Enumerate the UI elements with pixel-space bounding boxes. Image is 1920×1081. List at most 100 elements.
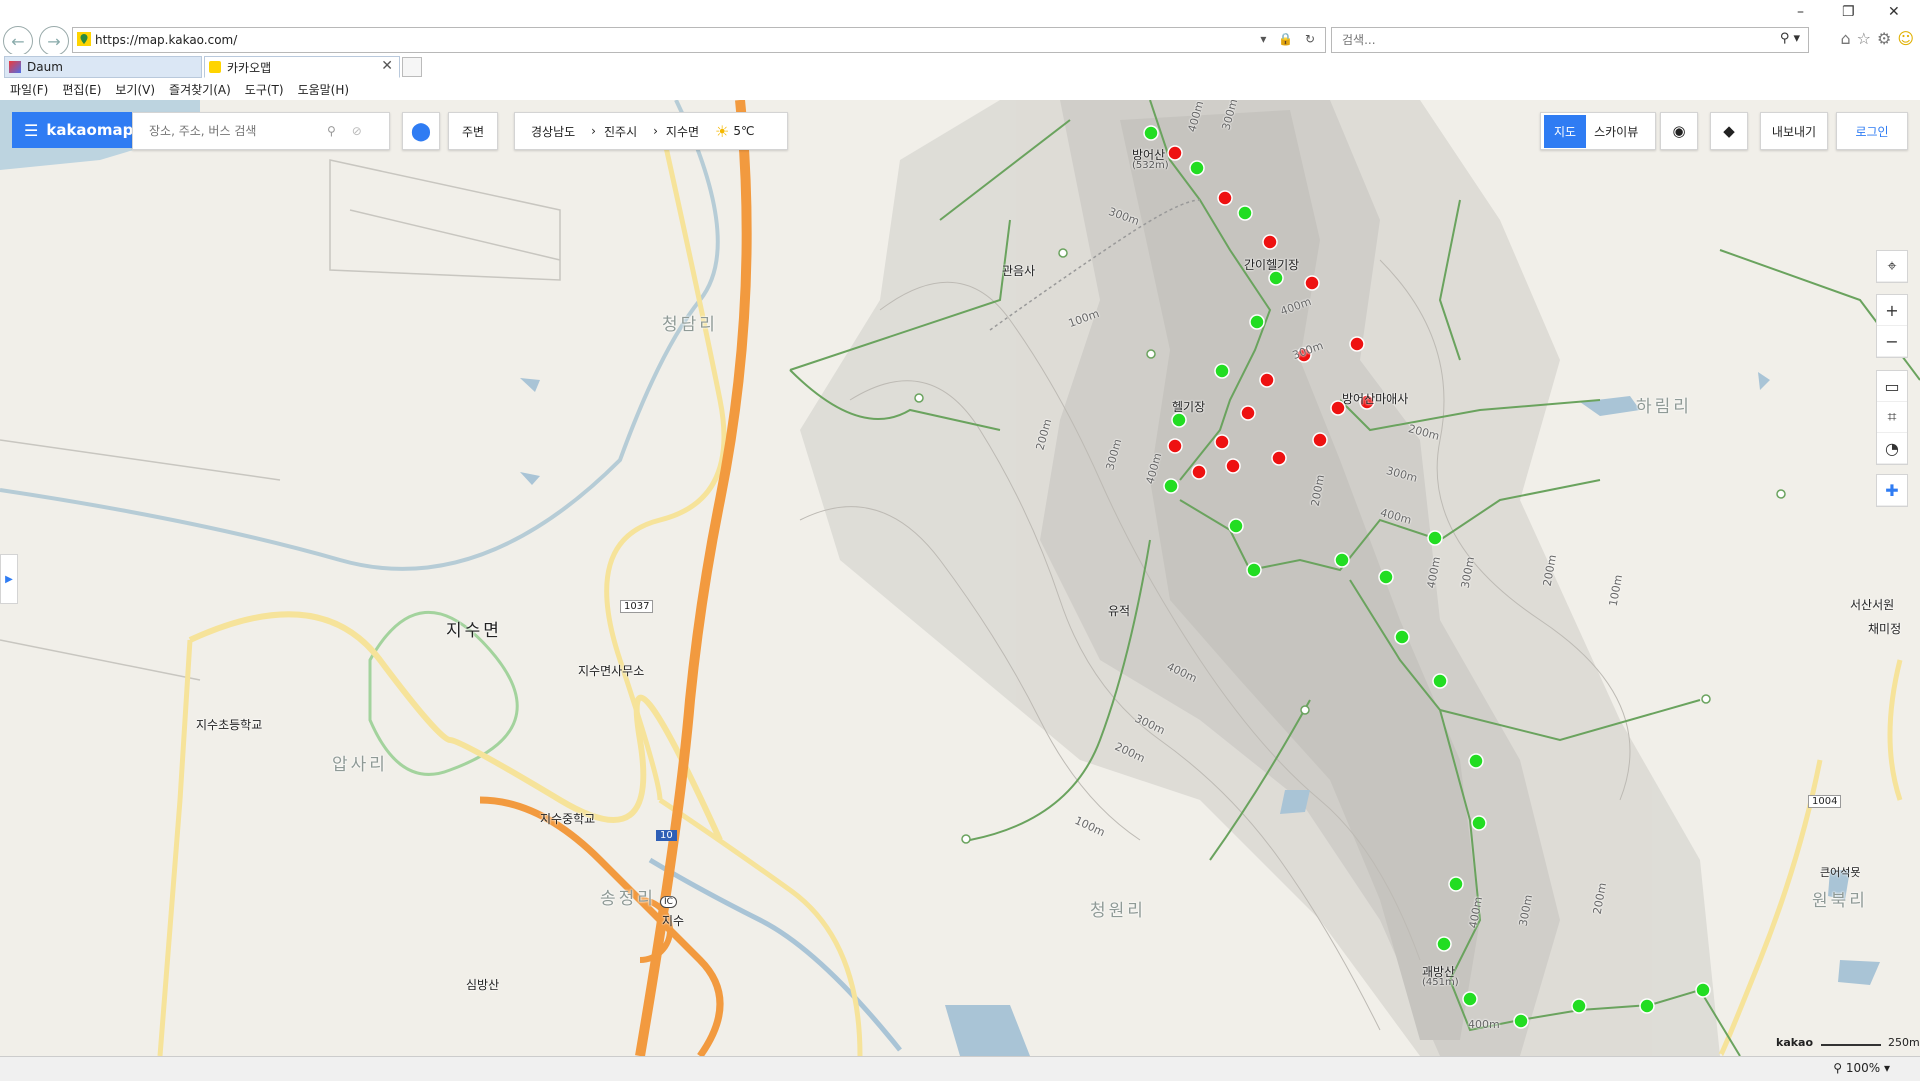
map-mode-switch: 지도 스카이뷰 xyxy=(1540,112,1656,150)
map-graphics xyxy=(0,100,1920,1056)
chevron-right-icon: ▶ xyxy=(5,573,13,585)
place-label[interactable]: 지수초등학교 xyxy=(196,716,262,733)
tab-bar: Daum 카카오맵 ✕ xyxy=(0,54,1920,79)
place-label[interactable]: 방어산마애사 xyxy=(1342,390,1408,407)
address-bar-icons[interactable]: ▾ 🔒 ↻ xyxy=(1260,32,1319,46)
nearby-button[interactable]: 주변 xyxy=(448,112,498,150)
zoom-icon: ⚲ xyxy=(1833,1061,1843,1075)
panel-toggle-button[interactable]: ▶ xyxy=(0,554,18,604)
tab-label: Daum xyxy=(27,60,63,74)
kakaomap-favicon-icon xyxy=(209,61,221,73)
area-label-apsa: 압사리 xyxy=(332,755,388,775)
area-label-cheongdam: 청담리 xyxy=(662,315,718,335)
url-text: https://map.kakao.com/ xyxy=(95,33,238,47)
roadview-icon: ◉ xyxy=(1672,122,1686,140)
scale-bar xyxy=(1820,1038,1881,1046)
close-window-icon[interactable]: ✕ xyxy=(1888,4,1900,20)
search-icon[interactable]: ⚲ xyxy=(327,124,336,138)
smiley-icon[interactable]: ☺ xyxy=(1897,29,1914,48)
minimize-icon[interactable]: – xyxy=(1797,4,1804,20)
place-label[interactable]: 유적 xyxy=(1108,602,1130,619)
close-tab-icon[interactable]: ✕ xyxy=(381,58,393,74)
area-label-cheongwon: 청원리 xyxy=(1090,901,1146,921)
tab-label: 카카오맵 xyxy=(227,60,272,75)
road-shield: 1004 xyxy=(1808,795,1842,808)
restore-icon[interactable]: ❐ xyxy=(1842,4,1855,20)
map-mode-button[interactable]: 지도 xyxy=(1544,114,1587,148)
roadview-button[interactable]: ◉ xyxy=(1660,112,1698,150)
area-label-songjeong: 송정리 xyxy=(600,889,656,909)
menu-view[interactable]: 보기(V) xyxy=(115,81,155,98)
crosshair-icon[interactable]: ⌖ xyxy=(1877,251,1907,282)
login-label: 로그인 xyxy=(1855,124,1889,139)
breadcrumb: 경상남도 › 진주시 › 지수면 ☀ 5℃ xyxy=(514,112,788,150)
route-icon[interactable]: ⊘ xyxy=(352,124,362,138)
contour-label: 400m xyxy=(1468,1018,1500,1031)
stream xyxy=(0,100,720,571)
login-button[interactable]: 로그인 xyxy=(1836,112,1908,150)
menu-file[interactable]: 파일(F) xyxy=(10,81,48,98)
place-label[interactable]: 지수면사무소 xyxy=(578,662,644,679)
back-button[interactable]: ← xyxy=(3,26,33,56)
menu-favorites[interactable]: 즐겨찾기(A) xyxy=(169,81,231,98)
daum-favicon-icon xyxy=(9,61,21,73)
place-label[interactable]: 헬기장 xyxy=(1172,398,1205,415)
place-label[interactable]: 관음사 xyxy=(1002,262,1035,279)
skyview-mode-button[interactable]: 스카이뷰 xyxy=(1586,115,1646,148)
area-icon[interactable]: ⌗ xyxy=(1877,402,1907,433)
ruler-icon[interactable]: ▭ xyxy=(1877,371,1907,402)
place-label: (451m) xyxy=(1422,977,1459,988)
region-label-jisu: 지수면 xyxy=(446,621,502,641)
place-label[interactable]: 채미정 xyxy=(1868,620,1901,637)
star-icon[interactable]: ☆ xyxy=(1857,29,1871,48)
location-pin-button[interactable]: ⬤ xyxy=(402,112,440,150)
highway-shield: 10 xyxy=(656,830,677,841)
zoom-text: 100% xyxy=(1845,1061,1881,1075)
kakaomap-favicon-icon xyxy=(77,32,91,46)
kakaomap-logo-button[interactable]: ☰ kakaomap xyxy=(12,112,133,148)
place-label[interactable]: 간이헬기장 xyxy=(1244,256,1299,273)
menu-tools[interactable]: 도구(T) xyxy=(245,81,284,98)
address-bar[interactable]: https://map.kakao.com/ ▾ 🔒 ↻ xyxy=(72,27,1326,53)
forward-button[interactable]: → xyxy=(39,26,69,56)
zoom-level[interactable]: ⚲ 100% ▾ xyxy=(1833,1061,1890,1075)
weather-text: 5℃ xyxy=(733,124,755,138)
browser-search-box[interactable]: ⚲ ▾ xyxy=(1331,27,1809,53)
gear-icon[interactable]: ⚙ xyxy=(1877,29,1891,48)
tab-kakaomap[interactable]: 카카오맵 ✕ xyxy=(204,56,400,78)
map-search-bar[interactable]: ⚲ ⊘ xyxy=(132,112,390,150)
plus-icon[interactable]: + xyxy=(1877,295,1907,326)
hamburger-icon[interactable]: ☰ xyxy=(24,121,38,140)
home-icon[interactable]: ⌂ xyxy=(1840,29,1850,48)
place-label[interactable]: 큰어석묫 xyxy=(1820,864,1860,880)
arrow-right-icon: → xyxy=(47,31,61,51)
place-label[interactable]: 지수중학교 xyxy=(540,810,595,827)
road-shield: 1037 xyxy=(620,600,654,613)
layers-icon: ◆ xyxy=(1723,122,1735,140)
browser-statusbar: ⚲ 100% ▾ xyxy=(0,1056,1920,1081)
browser-search-input[interactable] xyxy=(1340,32,1744,48)
scale-text: 250m xyxy=(1888,1036,1920,1049)
place-label[interactable]: 서산서원 xyxy=(1850,596,1894,613)
measure-tools: ▭ ⌗ ◔ xyxy=(1876,370,1908,465)
add-pin-icon[interactable]: ✚ xyxy=(1877,475,1907,506)
menu-edit[interactable]: 편집(E) xyxy=(62,81,101,98)
breadcrumb-item[interactable]: 진주시 xyxy=(604,123,637,140)
menu-help[interactable]: 도움말(H) xyxy=(298,81,350,98)
breadcrumb-item[interactable]: 지수면 xyxy=(666,123,699,140)
browser-titlebar: – ❐ ✕ ← → https://map.kakao.com/ ▾ 🔒 ↻ ⚲… xyxy=(0,0,1920,56)
breadcrumb-item[interactable]: 경상남도 xyxy=(531,123,575,140)
export-button[interactable]: 내보내기 xyxy=(1760,112,1828,150)
layers-button[interactable]: ◆ xyxy=(1710,112,1748,150)
new-tab-button[interactable] xyxy=(402,57,422,77)
map-search-input[interactable] xyxy=(147,123,321,139)
map-canvas[interactable]: 청담리 하림리 압사리 청원리 원북리 송정리 지수면 방어산 (532m) 관… xyxy=(0,100,1920,1056)
search-icon[interactable]: ⚲ ▾ xyxy=(1780,31,1800,46)
tab-daum[interactable]: Daum xyxy=(4,56,202,78)
place-label[interactable]: 지수 xyxy=(662,912,684,929)
compass-icon[interactable]: ◔ xyxy=(1877,433,1907,464)
scale-brand: kakao xyxy=(1776,1036,1814,1049)
place-label[interactable]: 심방산 xyxy=(466,976,499,993)
map-scale: kakao 250m xyxy=(1776,1036,1920,1049)
minus-icon[interactable]: − xyxy=(1877,326,1907,357)
